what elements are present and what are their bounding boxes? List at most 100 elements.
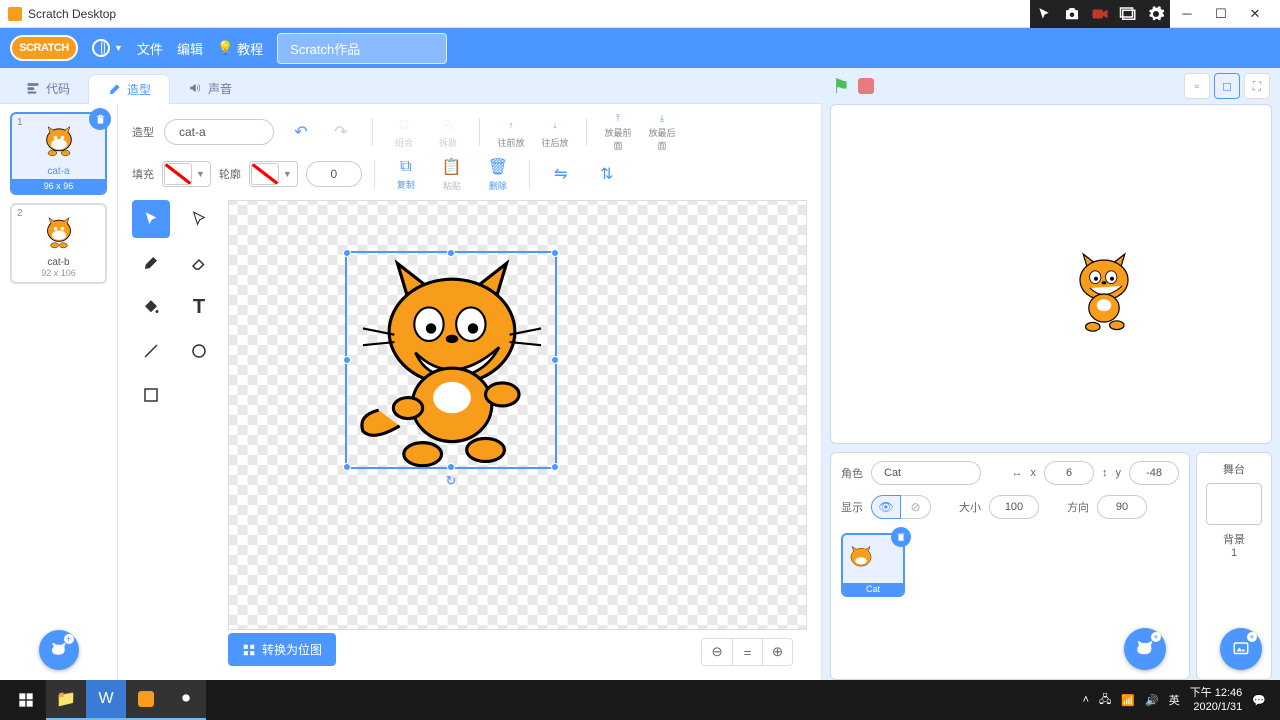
costume-list: 1 cat-a 96 x 96 2 cat-b 92 x 106 +	[0, 104, 118, 680]
sprite-name-input[interactable]: Cat	[871, 461, 981, 485]
fill-color-picker[interactable]: ▼	[162, 161, 211, 187]
tab-costumes[interactable]: 造型	[88, 74, 170, 104]
copy-button[interactable]: ⧉复制	[387, 158, 425, 191]
sprite-size-input[interactable]: 100	[989, 495, 1039, 519]
add-costume-button[interactable]: +	[39, 630, 79, 670]
delete-sprite-icon[interactable]	[891, 527, 911, 547]
paint-canvas[interactable]: ↻	[228, 200, 807, 630]
y-icon: ↕	[1102, 467, 1108, 479]
stop-button[interactable]	[858, 78, 874, 94]
costume-thumb-2[interactable]: 2 cat-b 92 x 106	[10, 203, 107, 284]
tab-sounds[interactable]: 声音	[170, 73, 250, 103]
back-button[interactable]: ⤓放最后面	[645, 115, 679, 149]
select-tool[interactable]	[132, 200, 170, 238]
recording-overlay	[1030, 0, 1170, 28]
show-sprite-button[interactable]: 👁	[871, 495, 901, 519]
fill-tool[interactable]	[132, 288, 170, 326]
paste-button[interactable]: 📋粘贴	[433, 157, 471, 192]
convert-bitmap-button[interactable]: 转换为位图	[228, 633, 336, 666]
menu-edit[interactable]: 编辑	[177, 39, 203, 58]
small-stage-button[interactable]: ▫	[1184, 73, 1210, 99]
system-tray: ˄ 🖧 📶 🔊 英 下午 12:46 2020/1/31 💬	[1083, 686, 1274, 715]
backdrop-label: 背景	[1223, 531, 1245, 547]
zoom-out-button[interactable]: ⊖	[702, 639, 732, 665]
large-stage-button[interactable]: ◻	[1214, 73, 1240, 99]
costume-name-input[interactable]	[164, 119, 274, 145]
redo-button[interactable]: ↷	[324, 115, 358, 149]
menu-tutorials[interactable]: 💡教程	[217, 39, 263, 58]
text-tool[interactable]: T	[180, 288, 218, 326]
sprite-direction-input[interactable]: 90	[1097, 495, 1147, 519]
scratch-taskbar-icon[interactable]	[126, 680, 166, 720]
tab-code[interactable]: 代码	[8, 73, 88, 103]
network-icon[interactable]: 🖧	[1099, 691, 1111, 710]
wifi-icon[interactable]: 📶	[1121, 694, 1135, 707]
language-menu[interactable]: ▼	[92, 39, 123, 57]
plus-icon: +	[64, 634, 74, 644]
app-icon	[8, 7, 22, 21]
flip-h-button[interactable]: ⇋	[542, 164, 580, 184]
stage[interactable]	[830, 104, 1272, 444]
bulb-icon: 💡	[217, 40, 233, 56]
ungroup-button[interactable]: ⿻拆散	[431, 115, 465, 149]
green-flag-button[interactable]: ⚑	[832, 74, 850, 99]
tray-chevron-icon[interactable]: ˄	[1083, 694, 1089, 706]
eraser-tool[interactable]	[180, 244, 218, 282]
cat-head-icon	[1135, 639, 1155, 659]
window-controls: ─ ☐ ✕	[1180, 7, 1272, 21]
wps-icon[interactable]: W	[86, 680, 126, 720]
rect-tool[interactable]	[132, 376, 170, 414]
stage-header: ⚑ ▫ ◻ ⛶	[822, 68, 1280, 104]
outline-color-picker[interactable]: ▼	[249, 161, 298, 187]
costume-thumb-1[interactable]: 1 cat-a 96 x 96	[10, 112, 107, 195]
delete-costume-icon[interactable]	[89, 108, 111, 130]
start-button[interactable]	[6, 680, 46, 720]
gallery-icon[interactable]	[1118, 4, 1138, 24]
maximize-button[interactable]: ☐	[1214, 7, 1228, 21]
brush-tool[interactable]	[132, 244, 170, 282]
hide-sprite-button[interactable]: ⊘	[901, 495, 931, 519]
front-button[interactable]: ⤒放最前面	[601, 115, 635, 149]
add-backdrop-button[interactable]: +	[1220, 628, 1262, 670]
cat-thumb-icon	[37, 211, 81, 255]
close-button[interactable]: ✕	[1248, 7, 1262, 21]
sprite-x-input[interactable]: 6	[1044, 461, 1094, 485]
volume-icon[interactable]: 🔊	[1145, 694, 1159, 707]
record-icon[interactable]	[1090, 4, 1110, 24]
recorder-icon[interactable]: ⏺	[166, 680, 206, 720]
scratch-logo[interactable]: SCRATCH	[10, 35, 78, 61]
add-sprite-button[interactable]: +	[1124, 628, 1166, 670]
menu-file[interactable]: 文件	[137, 39, 163, 58]
rotate-handle-icon[interactable]: ↻	[446, 473, 457, 489]
line-tool[interactable]	[132, 332, 170, 370]
backdrop-count: 1	[1231, 547, 1237, 559]
sprite-thumb-cat[interactable]: Cat	[841, 533, 905, 597]
plus-icon: +	[1151, 632, 1161, 642]
ime-indicator[interactable]: 英	[1169, 692, 1180, 708]
reshape-tool[interactable]	[180, 200, 218, 238]
zoom-reset-button[interactable]: =	[732, 639, 762, 665]
oval-tool[interactable]	[180, 332, 218, 370]
outline-label: 轮廓	[219, 166, 241, 182]
project-name-input[interactable]: Scratch作品	[277, 33, 447, 64]
camera-icon[interactable]	[1062, 4, 1082, 24]
outline-width-input[interactable]	[306, 161, 362, 187]
backward-button[interactable]: ↓往后放	[538, 115, 572, 149]
selection-box[interactable]: ↻	[345, 251, 557, 469]
forward-button[interactable]: ↑往前放	[494, 115, 528, 149]
gear-icon[interactable]	[1146, 4, 1166, 24]
group-button[interactable]: ⿴组合	[387, 115, 421, 149]
notification-icon[interactable]: 💬	[1252, 694, 1266, 707]
zoom-in-button[interactable]: ⊕	[762, 639, 792, 665]
cursor-icon[interactable]	[1034, 4, 1054, 24]
stage-thumb[interactable]	[1206, 483, 1262, 525]
undo-button[interactable]: ↶	[284, 115, 318, 149]
clock[interactable]: 下午 12:46 2020/1/31	[1190, 686, 1243, 715]
sprite-y-input[interactable]: -48	[1129, 461, 1179, 485]
fullscreen-button[interactable]: ⛶	[1244, 73, 1270, 99]
minimize-button[interactable]: ─	[1180, 7, 1194, 21]
delete-button[interactable]: 🗑删除	[479, 157, 517, 192]
flip-v-button[interactable]: ⇅	[588, 164, 626, 184]
stage-sprite-cat[interactable]	[1064, 247, 1144, 337]
explorer-icon[interactable]: 📁	[46, 680, 86, 720]
